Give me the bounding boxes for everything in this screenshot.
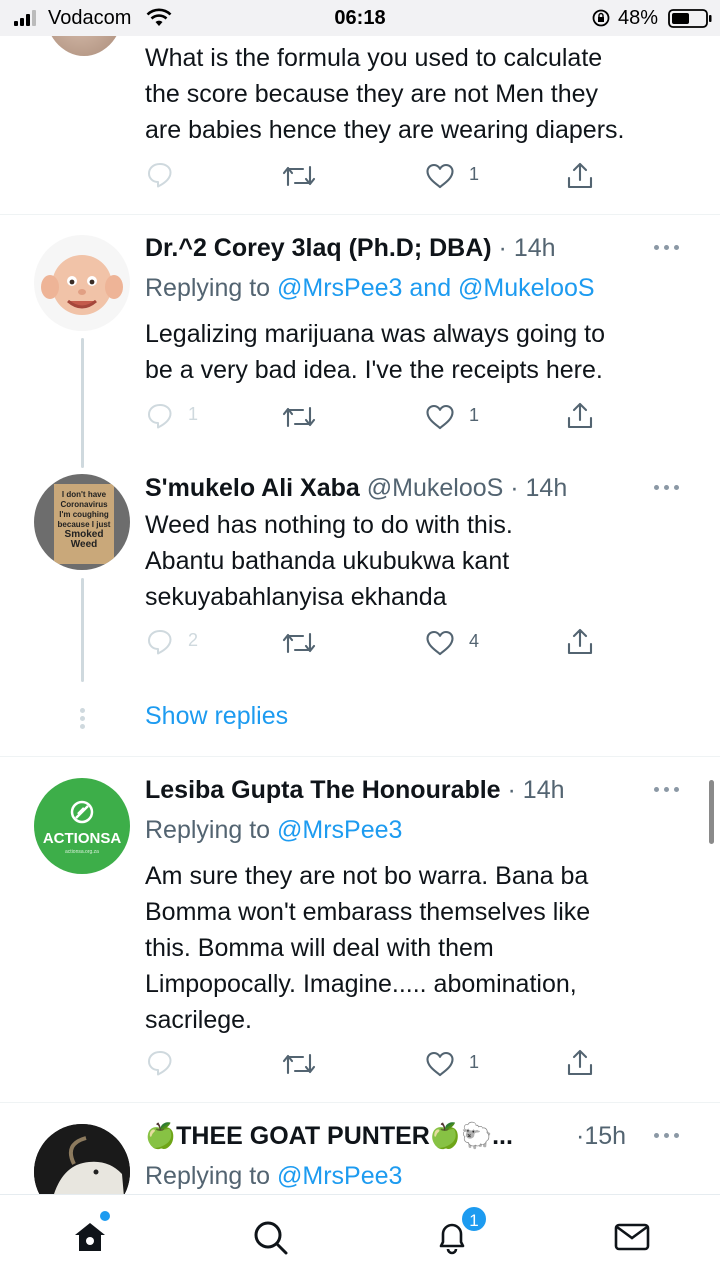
share-icon [567,1049,593,1076]
nav-home[interactable] [70,1217,110,1257]
share-icon [567,628,593,655]
heart-icon [426,1051,454,1077]
notifications-badge: 1 [460,1205,488,1233]
mail-icon [614,1223,650,1251]
more-options-icon[interactable] [654,242,684,252]
reply-icon [148,163,172,188]
like-count: 1 [469,164,480,184]
display-name[interactable]: Lesiba Gupta The Honourable [145,776,501,804]
like-button[interactable]: 1 [425,1050,495,1080]
share-icon [567,162,593,189]
show-replies-link[interactable]: Show replies [145,702,288,731]
tweet-header: Lesiba Gupta The Honourable · 14h [145,772,665,808]
like-count: 1 [469,1052,480,1072]
actionsa-logo [70,800,94,824]
display-name[interactable]: 🍏THEE GOAT PUNTER🍏🐑... [145,1122,513,1150]
reply-button[interactable] [146,1049,206,1079]
retweet-icon [282,1053,316,1075]
retweet-button[interactable] [282,162,342,192]
divider [0,214,720,215]
divider [0,756,720,757]
sign-image: I don't have Coronavirus I'm coughing be… [54,484,114,564]
nav-messages[interactable] [612,1217,652,1257]
share-button[interactable] [566,401,596,431]
thread-line [81,578,84,682]
heart-icon [426,630,454,656]
search-icon [254,1221,288,1255]
scrollbar[interactable] [709,780,714,844]
thread-more-dots [80,708,86,730]
avatar[interactable]: ACTIONSA actionsa.org.za [34,778,130,874]
battery-percent: 48% [618,7,659,29]
more-options-icon[interactable] [654,784,684,794]
divider [0,1102,720,1103]
reply-count: 2 [188,630,199,650]
rotation-lock-icon [592,9,610,27]
like-count: 4 [469,631,480,651]
replying-to: Replying to @MrsPee3 [145,1162,403,1190]
heart-icon [426,404,454,430]
status-bar: Vodacom 06:18 48% [0,0,720,36]
more-options-icon[interactable] [654,1130,684,1140]
retweet-button[interactable] [282,629,342,659]
replying-to: Replying to @MrsPee3 and @MukelooS [145,274,595,302]
actionsa-logo-subtext: actionsa.org.za [65,849,99,855]
tweet-text: Am sure they are not bo warra. Bana ba B… [145,862,591,1034]
like-button[interactable]: 1 [425,162,495,192]
tweet-text: Weed has nothing to do with this. Abantu… [145,511,513,611]
like-button[interactable]: 1 [425,403,495,433]
tweet-header: Dr.^2 Corey 3laq (Ph.D; DBA) · 14h [145,230,665,266]
tweet-text: Legalizing marijuana was always going to… [145,320,605,384]
retweet-icon [282,406,316,428]
retweet-button[interactable] [282,1050,342,1080]
like-count: 1 [469,405,480,425]
share-button[interactable] [566,627,596,657]
more-options-icon[interactable] [654,482,684,492]
share-button[interactable] [566,1048,596,1078]
bottom-navigation: 1 [0,1194,720,1280]
heart-icon [426,163,454,189]
mention-link[interactable]: @MrsPee3 [277,1162,402,1190]
tweet-meta: · 14h [491,234,556,262]
avatar[interactable]: I don't have Coronavirus I'm coughing be… [34,474,130,570]
reply-button[interactable]: 1 [146,402,216,432]
home-icon [75,1223,105,1251]
battery-icon [668,9,712,28]
reply-button[interactable] [146,161,206,191]
thread-line [81,338,84,468]
mention-link[interactable]: @MrsPee3 and @MukelooS [277,274,595,302]
tweet-text: What is the formula you used to calculat… [145,44,625,144]
retweet-button[interactable] [282,403,342,433]
display-name[interactable]: S'mukelo Ali Xaba [145,474,360,502]
mention-link[interactable]: @MrsPee3 [277,816,402,844]
actionsa-logo-text: ACTIONSA [42,830,122,847]
reply-icon [148,404,172,429]
home-unread-dot [100,1211,110,1221]
tweet-meta: ·15h [576,1122,627,1150]
reply-icon [148,1051,172,1076]
nav-search[interactable] [250,1217,290,1257]
like-button[interactable]: 4 [425,629,495,659]
retweet-icon [282,632,316,654]
reply-button[interactable]: 2 [146,628,216,658]
tweet-header: S'mukelo Ali Xaba @MukelooS · 14h [145,470,665,506]
share-button[interactable] [566,161,596,191]
baby-avatar-image [41,255,123,315]
tweet-meta: @MukelooS · 14h [359,474,568,502]
retweet-icon [282,165,316,187]
avatar[interactable] [34,235,130,331]
reply-icon [148,630,172,655]
display-name[interactable]: Dr.^2 Corey 3laq (Ph.D; DBA) [145,234,492,262]
replying-to: Replying to @MrsPee3 [145,816,403,844]
clock: 06:18 [334,7,386,29]
reply-count: 1 [188,404,199,424]
tweet-meta: · 14h [500,776,565,804]
share-icon [567,402,593,429]
